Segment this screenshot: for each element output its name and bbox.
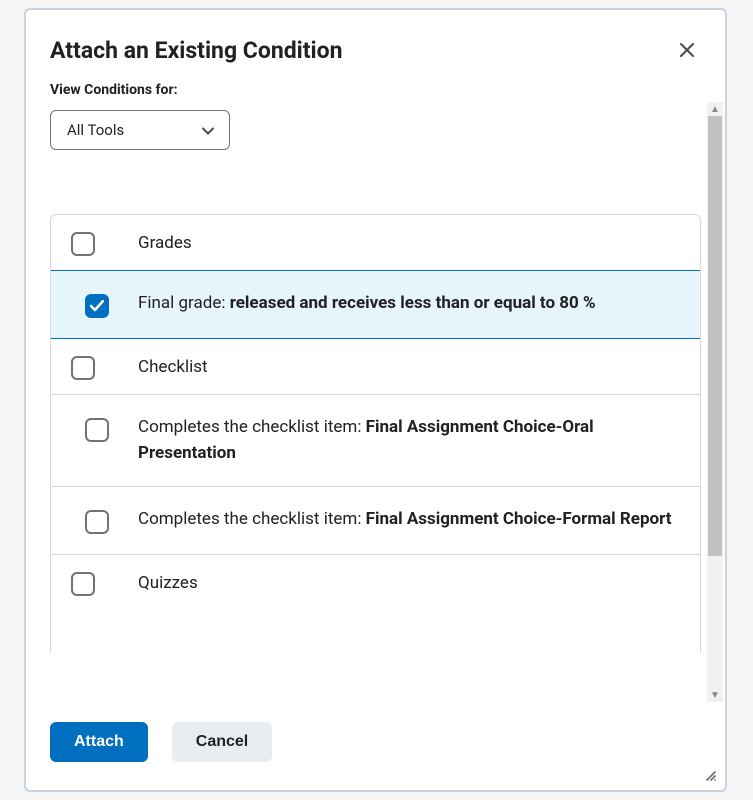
filter-section: View Conditions for: All Tools bbox=[26, 78, 725, 150]
tools-select-value: All Tools bbox=[67, 121, 124, 139]
checkbox-final-grade[interactable] bbox=[85, 294, 109, 318]
group-label-grades: Grades bbox=[138, 233, 192, 253]
conditions-list[interactable]: Grades Final grade: released and receive… bbox=[50, 214, 701, 653]
checkbox-checklist[interactable] bbox=[71, 356, 95, 380]
checkbox-quizzes[interactable] bbox=[71, 572, 95, 596]
dialog-title: Attach an Existing Condition bbox=[50, 37, 343, 64]
condition-label: Completes the checklist item: Final Assi… bbox=[138, 415, 682, 466]
scroll-up-arrow[interactable]: ▲ bbox=[707, 102, 723, 116]
close-icon bbox=[679, 42, 695, 58]
condition-row-final-grade[interactable]: Final grade: released and receives less … bbox=[50, 270, 701, 339]
dialog-footer: Attach Cancel bbox=[26, 700, 725, 790]
group-label-checklist: Checklist bbox=[138, 357, 208, 377]
condition-row-checklist-formal[interactable]: Completes the checklist item: Final Assi… bbox=[51, 487, 700, 555]
condition-label: Final grade: released and receives less … bbox=[138, 291, 596, 317]
attach-condition-dialog: Attach an Existing Condition ▲ ▼ View Co… bbox=[24, 8, 727, 792]
resize-handle[interactable] bbox=[701, 766, 719, 784]
group-row-checklist[interactable]: Checklist bbox=[51, 339, 700, 395]
condition-label: Completes the checklist item: Final Assi… bbox=[138, 507, 672, 533]
condition-bold: Final Assignment Choice-Formal Report bbox=[366, 509, 672, 529]
group-label-quizzes: Quizzes bbox=[138, 573, 198, 593]
condition-prefix: Final grade: bbox=[138, 293, 230, 313]
attach-button[interactable]: Attach bbox=[50, 722, 148, 762]
condition-row-checklist-oral[interactable]: Completes the checklist item: Final Assi… bbox=[51, 395, 700, 487]
conditions-list-container: Grades Final grade: released and receive… bbox=[50, 214, 701, 700]
condition-prefix: Completes the checklist item: bbox=[138, 417, 366, 437]
tools-select[interactable]: All Tools bbox=[50, 110, 230, 150]
scrollbar-thumb[interactable] bbox=[708, 116, 722, 556]
check-icon bbox=[90, 300, 104, 312]
resize-icon bbox=[701, 766, 717, 782]
checkbox-checklist-oral[interactable] bbox=[85, 418, 109, 442]
group-row-grades[interactable]: Grades bbox=[51, 215, 700, 271]
cancel-button[interactable]: Cancel bbox=[172, 722, 272, 762]
condition-bold: released and receives less than or equal… bbox=[230, 293, 596, 313]
dialog-header: Attach an Existing Condition bbox=[26, 10, 725, 78]
condition-prefix: Completes the checklist item: bbox=[138, 509, 366, 529]
scroll-down-arrow[interactable]: ▼ bbox=[707, 688, 723, 702]
scrollbar[interactable]: ▲ ▼ bbox=[707, 102, 723, 702]
group-row-quizzes[interactable]: Quizzes bbox=[51, 555, 700, 610]
checkbox-grades[interactable] bbox=[71, 232, 95, 256]
checkbox-checklist-formal[interactable] bbox=[85, 510, 109, 534]
filter-label: View Conditions for: bbox=[50, 82, 701, 98]
close-button[interactable] bbox=[673, 36, 701, 64]
